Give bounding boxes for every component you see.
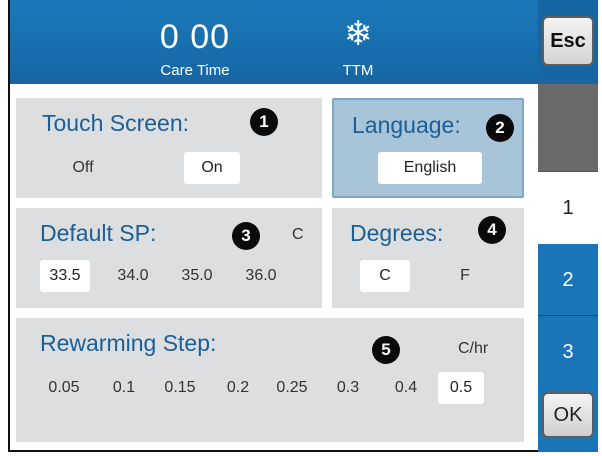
language-value[interactable]: English	[378, 152, 482, 184]
badge-1: 1	[250, 108, 278, 136]
device-screen: 0 00 Care Time ❄ TTM Esc Touch Screen: 1…	[0, 0, 602, 456]
rewarming-step-option[interactable]: 0.2	[220, 372, 256, 404]
language-title: Language:	[352, 112, 461, 138]
default-sp-unit: C	[292, 226, 304, 243]
touch-screen-panel: Touch Screen: 1 Off On	[16, 98, 322, 198]
status-header: 0 00 Care Time ❄ TTM	[10, 0, 538, 84]
side-tab-3[interactable]: 3	[538, 316, 598, 388]
ok-button[interactable]: OK	[542, 392, 594, 438]
side-tab-2[interactable]: 2	[538, 244, 598, 316]
language-panel[interactable]: Language: 2 English	[332, 98, 524, 198]
degrees-c-option[interactable]: C	[360, 260, 410, 292]
rewarming-step-option[interactable]: 0.4	[388, 372, 424, 404]
badge-5: 5	[372, 336, 400, 364]
rewarming-step-title: Rewarming Step:	[40, 330, 217, 356]
touch-screen-off-option[interactable]: Off	[58, 152, 108, 184]
default-sp-option[interactable]: 35.0	[174, 260, 220, 292]
default-sp-panel: Default SP: 3 C 33.5 34.0 35.0 36.0	[16, 208, 322, 308]
side-tab-blank	[538, 84, 598, 172]
default-sp-title: Default SP:	[40, 220, 157, 246]
esc-button[interactable]: Esc	[542, 16, 594, 66]
touch-screen-title: Touch Screen:	[42, 110, 190, 136]
mode-label: TTM	[342, 62, 374, 79]
rewarming-step-option[interactable]: 0.1	[106, 372, 142, 404]
rewarming-step-option[interactable]: 0.3	[330, 372, 366, 404]
rewarming-step-unit: C/hr	[458, 340, 489, 357]
touch-screen-on-option[interactable]: On	[184, 152, 240, 184]
care-time-label: Care Time	[160, 62, 230, 79]
degrees-title: Degrees:	[350, 220, 444, 246]
rewarming-step-option[interactable]: 0.15	[158, 372, 202, 404]
default-sp-option[interactable]: 36.0	[238, 260, 284, 292]
rewarming-step-panel: Rewarming Step: 5 C/hr 0.05 0.1 0.15 0.2…	[16, 318, 524, 442]
rewarming-step-option[interactable]: 0.05	[42, 372, 86, 404]
default-sp-option[interactable]: 33.5	[40, 260, 90, 292]
degrees-f-option[interactable]: F	[440, 260, 490, 292]
badge-2: 2	[486, 114, 514, 142]
rewarming-step-option[interactable]: 0.25	[270, 372, 314, 404]
badge-3: 3	[232, 222, 260, 250]
rewarming-step-option[interactable]: 0.5	[438, 372, 484, 404]
snowflake-icon: ❄	[343, 14, 373, 54]
degrees-panel: Degrees: 4 C F	[332, 208, 524, 308]
default-sp-option[interactable]: 34.0	[110, 260, 156, 292]
badge-4: 4	[478, 216, 506, 244]
side-tab-1[interactable]: 1	[538, 172, 598, 244]
care-time-value: 0 00	[159, 18, 231, 56]
